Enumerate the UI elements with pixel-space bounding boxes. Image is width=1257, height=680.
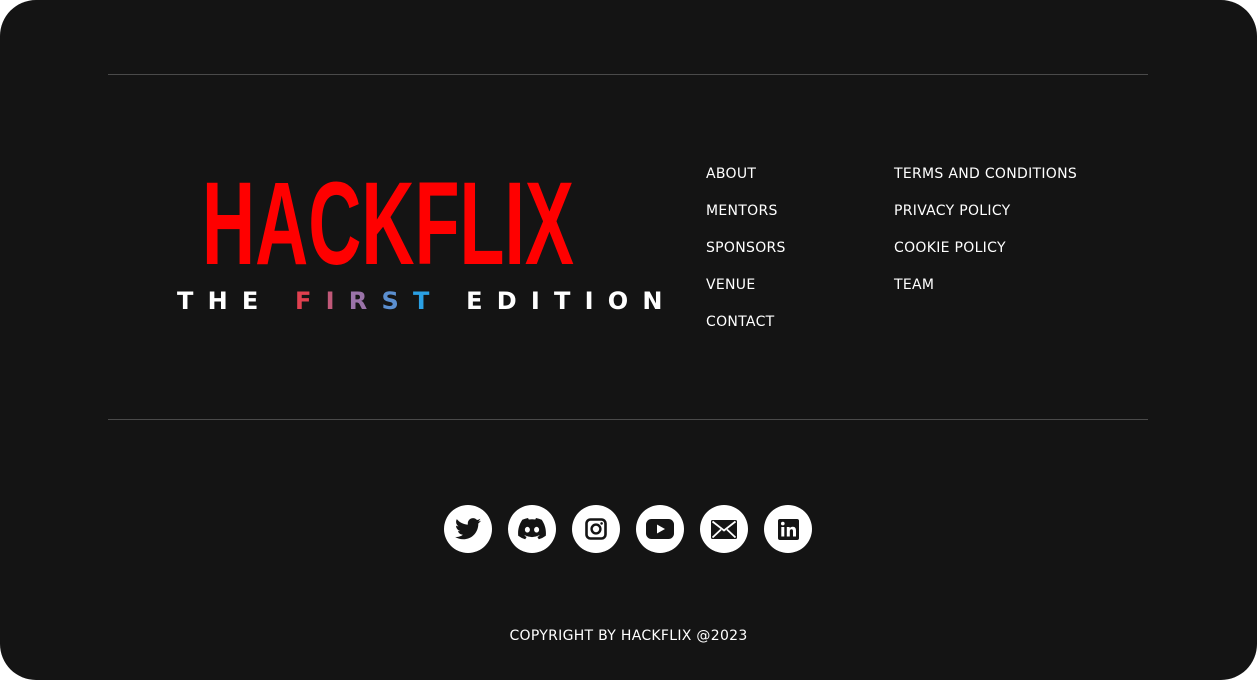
link-contact[interactable]: CONTACT	[706, 314, 775, 330]
edition-letter: E	[241, 287, 273, 315]
edition-letter	[272, 289, 295, 313]
email-icon	[711, 519, 737, 539]
linkedin-button[interactable]	[764, 505, 812, 553]
footer-links-legal: TERMS AND CONDITIONS PRIVACY POLICY COOK…	[894, 165, 1077, 313]
edition-letter: I	[325, 287, 349, 315]
social-links	[444, 505, 812, 553]
email-button[interactable]	[700, 505, 748, 553]
top-divider	[108, 74, 1148, 75]
link-terms[interactable]: TERMS AND CONDITIONS	[894, 166, 1077, 182]
edition-letter: T	[177, 287, 208, 315]
brand-block: HACKFLIX THE FIRST EDITION	[170, 150, 662, 330]
edition-letter: N	[642, 287, 677, 315]
linkedin-icon	[777, 518, 799, 540]
edition-letter: E	[466, 287, 497, 315]
edition-letter: S	[381, 287, 413, 315]
edition-letter: T	[412, 287, 444, 315]
link-team[interactable]: TEAM	[894, 277, 934, 293]
instagram-button[interactable]	[572, 505, 620, 553]
discord-button[interactable]	[508, 505, 556, 553]
link-venue[interactable]: VENUE	[706, 277, 756, 293]
edition-tagline: THE FIRST EDITION	[177, 287, 662, 315]
edition-letter: D	[496, 287, 531, 315]
link-sponsors[interactable]: SPONSORS	[706, 240, 786, 256]
instagram-icon	[585, 518, 607, 540]
twitter-button[interactable]	[444, 505, 492, 553]
footer-links-primary: ABOUT MENTORS SPONSORS VENUE CONTACT	[706, 165, 786, 350]
link-mentors[interactable]: MENTORS	[706, 203, 778, 219]
edition-letter: I	[530, 287, 554, 315]
discord-icon	[518, 518, 546, 540]
edition-letter: I	[584, 287, 608, 315]
twitter-icon	[455, 518, 481, 540]
site-footer: HACKFLIX THE FIRST EDITION ABOUT MENTORS…	[0, 0, 1257, 680]
edition-letter: F	[295, 287, 326, 315]
link-privacy[interactable]: PRIVACY POLICY	[894, 203, 1011, 219]
hackflix-logo: HACKFLIX	[202, 160, 574, 280]
edition-letter: H	[207, 287, 242, 315]
edition-letter: R	[348, 287, 382, 315]
logo-text: HACKFLIX	[202, 160, 574, 280]
link-about[interactable]: ABOUT	[706, 166, 756, 182]
edition-letter: O	[607, 287, 643, 315]
edition-letter: T	[554, 287, 585, 315]
youtube-icon	[646, 519, 674, 539]
edition-letter	[444, 289, 467, 313]
link-cookie[interactable]: COOKIE POLICY	[894, 240, 1006, 256]
middle-divider	[108, 419, 1148, 420]
copyright-text: COPYRIGHT BY HACKFLIX @2023	[509, 628, 748, 644]
youtube-button[interactable]	[636, 505, 684, 553]
